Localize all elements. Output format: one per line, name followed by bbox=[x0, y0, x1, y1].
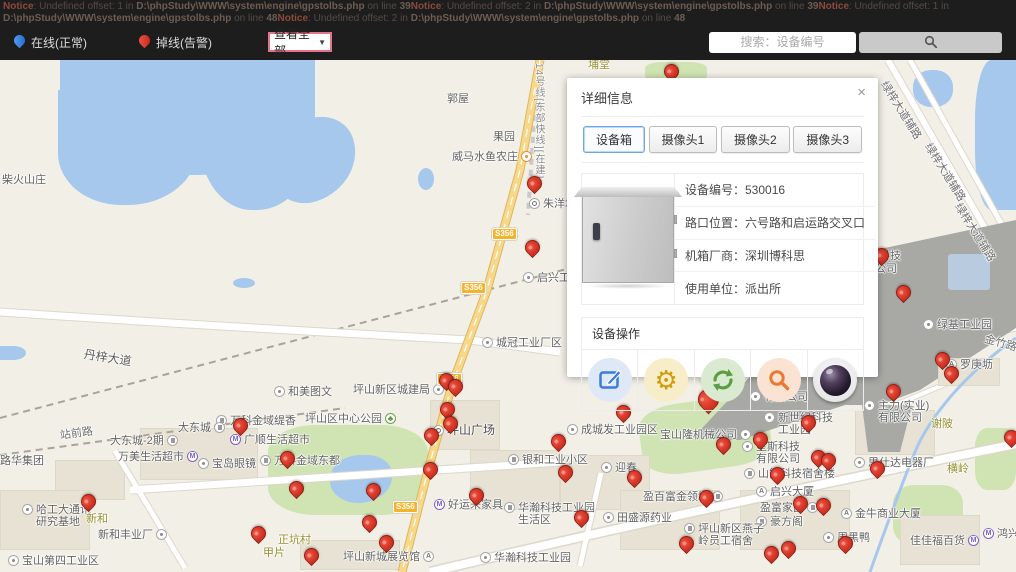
locate-device-button[interactable] bbox=[751, 350, 807, 410]
magnifier-icon bbox=[767, 368, 791, 392]
map-marker[interactable] bbox=[778, 538, 799, 559]
device-tabs: 设备箱 摄像头1 摄像头2 摄像头3 bbox=[581, 116, 864, 163]
device-location-row: 路口位置：六号路和启运路交叉口 bbox=[675, 207, 875, 240]
map-marker[interactable] bbox=[78, 491, 99, 512]
view-filter-dropdown[interactable]: 查看全部 ▼ bbox=[268, 32, 332, 52]
device-operations: 设备操作 ⚙ bbox=[581, 317, 864, 411]
map-marker[interactable] bbox=[522, 237, 543, 258]
chevron-down-icon: ▼ bbox=[318, 38, 326, 47]
top-bar: Notice: Undefined offset: 1 in D:\phpStu… bbox=[0, 0, 1016, 60]
map-marker[interactable] bbox=[893, 282, 914, 303]
gear-icon: ⚙ bbox=[654, 367, 677, 393]
map-marker[interactable] bbox=[277, 448, 298, 469]
device-info-rows: 设备编号：530016 路口位置：六号路和启运路交叉口 机箱厂商：深圳博科思 使… bbox=[675, 174, 875, 304]
red-pin-icon bbox=[137, 32, 153, 48]
map-marker[interactable] bbox=[421, 425, 442, 446]
map-marker[interactable] bbox=[548, 431, 569, 452]
tab-camera-2[interactable]: 摄像头2 bbox=[721, 126, 790, 153]
map-marker[interactable] bbox=[420, 459, 441, 480]
map-marker[interactable] bbox=[790, 493, 811, 514]
tab-camera-3[interactable]: 摄像头3 bbox=[793, 126, 862, 153]
device-detail-popup: 详细信息 × 设备箱 摄像头1 摄像头2 摄像头3 设备编号：530016 路口… bbox=[567, 78, 878, 377]
search-input[interactable] bbox=[709, 32, 856, 53]
map-marker[interactable] bbox=[696, 487, 717, 508]
legend-offline-label: 掉线(告警) bbox=[156, 34, 212, 51]
map-marker[interactable] bbox=[835, 533, 856, 554]
search-button[interactable] bbox=[859, 32, 1002, 53]
refresh-button[interactable] bbox=[695, 350, 751, 410]
tab-device-box[interactable]: 设备箱 bbox=[583, 126, 645, 153]
legend-online: 在线(正常) bbox=[14, 34, 87, 51]
map-marker[interactable] bbox=[363, 480, 384, 501]
map-marker[interactable] bbox=[867, 458, 888, 479]
legend-online-label: 在线(正常) bbox=[31, 34, 87, 51]
device-vendor-row: 机箱厂商：深圳博科思 bbox=[675, 240, 875, 273]
blue-pin-icon bbox=[12, 32, 28, 48]
map-marker[interactable] bbox=[767, 464, 788, 485]
app-window: 柴火山庄郭屋果园威马水鱼农庄朱洋坑埔堂启兴工业区城冠工业厂区和美图文坪山新区城建… bbox=[0, 0, 1016, 572]
device-photo bbox=[582, 174, 675, 304]
php-notices: Notice: Undefined offset: 1 in D:\phpStu… bbox=[0, 0, 1016, 26]
device-info-panel: 设备编号：530016 路口位置：六号路和启运路交叉口 机箱厂商：深圳博科思 使… bbox=[581, 173, 864, 305]
map-marker[interactable] bbox=[1001, 427, 1016, 448]
map-marker[interactable] bbox=[248, 523, 269, 544]
edit-icon bbox=[597, 367, 623, 393]
map-marker[interactable] bbox=[555, 462, 576, 483]
legend-offline: 掉线(告警) bbox=[139, 34, 212, 51]
map-marker[interactable] bbox=[466, 485, 487, 506]
device-owner-row: 使用单位：派出所 bbox=[675, 272, 875, 304]
map-marker[interactable] bbox=[524, 173, 545, 194]
map-marker[interactable] bbox=[883, 381, 904, 402]
camera-lens-icon bbox=[820, 365, 851, 396]
search-area bbox=[709, 32, 1002, 53]
map-marker[interactable] bbox=[813, 495, 834, 516]
map-marker[interactable] bbox=[301, 545, 322, 566]
map-marker[interactable] bbox=[798, 412, 819, 433]
cabinet-handle bbox=[593, 223, 600, 240]
cabinet-image bbox=[582, 187, 674, 291]
edit-device-button[interactable] bbox=[582, 350, 638, 410]
refresh-icon bbox=[710, 367, 736, 393]
device-id-row: 设备编号：530016 bbox=[675, 174, 875, 207]
map-marker[interactable] bbox=[571, 507, 592, 528]
operations-row: ⚙ bbox=[582, 350, 863, 410]
map-marker[interactable] bbox=[286, 478, 307, 499]
popup-title: 详细信息 bbox=[581, 88, 864, 107]
close-icon[interactable]: × bbox=[857, 86, 866, 100]
map-marker[interactable] bbox=[624, 467, 645, 488]
map-marker[interactable] bbox=[761, 543, 782, 564]
tab-camera-1[interactable]: 摄像头1 bbox=[649, 126, 718, 153]
view-filter-value: 查看全部 bbox=[274, 25, 318, 59]
operations-title: 设备操作 bbox=[582, 318, 863, 350]
map-marker[interactable] bbox=[750, 429, 771, 450]
map-marker[interactable] bbox=[359, 512, 380, 533]
settings-button[interactable]: ⚙ bbox=[638, 350, 694, 410]
map-marker[interactable] bbox=[713, 434, 734, 455]
legend-bar: 在线(正常) 掉线(告警) 查看全部 ▼ bbox=[0, 26, 1016, 58]
map-marker[interactable] bbox=[230, 415, 251, 436]
map-marker[interactable] bbox=[376, 532, 397, 553]
search-icon bbox=[924, 35, 938, 49]
camera-view-button[interactable] bbox=[808, 350, 863, 410]
map-marker[interactable] bbox=[676, 533, 697, 554]
